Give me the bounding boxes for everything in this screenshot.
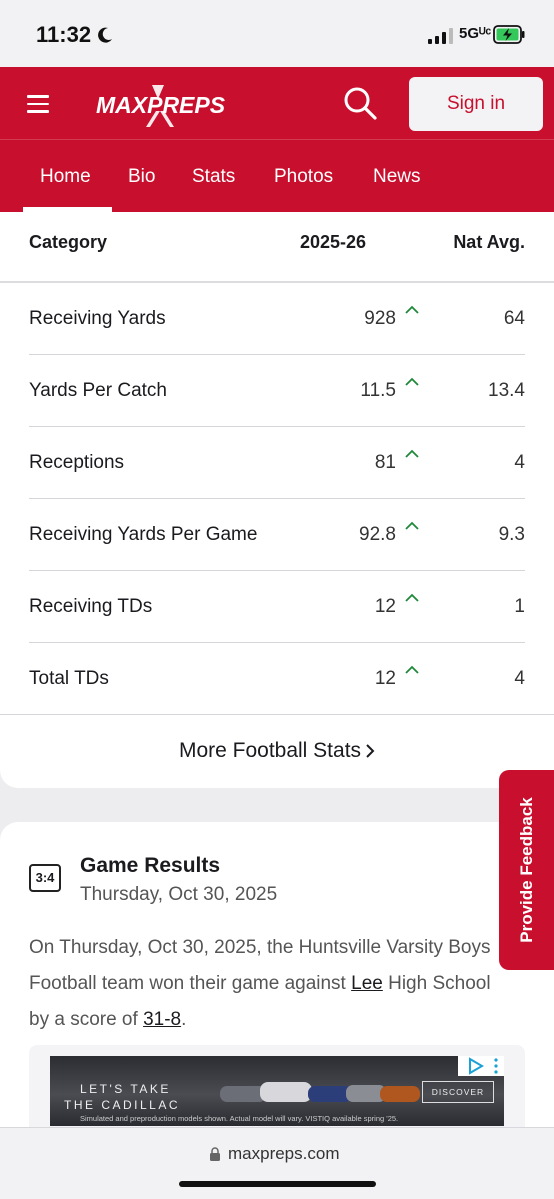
feedback-label: Provide Feedback	[516, 797, 536, 943]
stat-row: Receiving Yards 928 64	[0, 283, 554, 355]
score-link[interactable]: 31-8	[143, 1009, 181, 1030]
stat-value: 928	[364, 308, 396, 329]
stat-value: 11.5	[360, 380, 396, 401]
ad-discover-button[interactable]: DISCOVER	[422, 1081, 494, 1103]
stat-row: Receiving TDs 12 1	[0, 571, 554, 643]
adchoices-icon[interactable]	[458, 1056, 504, 1076]
cellular-signal-icon	[428, 28, 453, 44]
tab-photos[interactable]: Photos	[274, 166, 333, 188]
tab-news[interactable]: News	[373, 166, 421, 188]
stat-nat-avg: 13.4	[488, 380, 525, 401]
stat-category: Receiving Yards Per Game	[29, 524, 258, 545]
ad-headline-1: LET'S TAKE	[80, 1082, 171, 1096]
stat-row: Total TDs 12 4	[0, 643, 554, 715]
stat-nat-avg: 9.3	[498, 524, 525, 545]
column-header-nat-avg: Nat Avg.	[453, 232, 525, 252]
site-header: MAXPREPS Sign in Home Bio Stats Photos N…	[0, 67, 554, 212]
stat-nat-avg: 4	[514, 668, 525, 689]
status-time: 11:32	[36, 22, 92, 47]
stat-row: Receptions 81 4	[0, 427, 554, 499]
stat-value: 92.8	[359, 524, 396, 545]
url-text: maxpreps.com	[228, 1144, 340, 1163]
browser-url-bar[interactable]: maxpreps.com	[0, 1127, 554, 1199]
more-football-stats-link[interactable]: More Football Stats	[0, 739, 554, 763]
game-summary: On Thursday, Oct 30, 2025, the Huntsvill…	[29, 930, 529, 1038]
sign-in-button[interactable]: Sign in	[409, 77, 543, 131]
stat-row: Receiving Yards Per Game 92.8 9.3	[0, 499, 554, 571]
stat-category: Receptions	[29, 452, 125, 473]
game-results-date: Thursday, Oct 30, 2025	[80, 884, 278, 905]
stat-category: Total TDs	[29, 668, 109, 689]
stat-nat-avg: 1	[514, 596, 525, 617]
stat-value: 12	[374, 668, 396, 689]
game-results-title: Game Results	[80, 854, 221, 877]
trend-up-icon	[405, 449, 419, 458]
opponent-link[interactable]: Lee	[351, 973, 383, 994]
stats-card: Category 2025-26 Nat Avg. Receiving Yard…	[0, 212, 554, 788]
ad-headline-2: THE CADILLAC	[64, 1098, 181, 1112]
stat-category: Receiving TDs	[29, 596, 153, 617]
ad-disclaimer: Simulated and preproduction models shown…	[80, 1114, 399, 1123]
tab-home[interactable]: Home	[40, 166, 91, 188]
cars-image	[220, 1082, 420, 1102]
stat-value: 12	[374, 596, 396, 617]
summary-line-3: by a score of 31-8.	[29, 1009, 187, 1030]
summary-line-2: Football team won their game against Lee…	[29, 973, 491, 994]
hamburger-menu-icon[interactable]	[27, 95, 49, 113]
provide-feedback-tab[interactable]: Provide Feedback	[499, 770, 554, 970]
maxpreps-logo[interactable]: MAXPREPS	[96, 85, 228, 127]
chevron-right-icon	[366, 744, 375, 759]
svg-text:MAXPREPS: MAXPREPS	[96, 92, 226, 118]
tab-stats[interactable]: Stats	[192, 166, 235, 188]
home-indicator	[179, 1181, 376, 1187]
search-icon[interactable]	[343, 86, 377, 120]
trend-up-icon	[405, 305, 419, 314]
stat-category: Yards Per Catch	[29, 380, 167, 401]
profile-nav: Home Bio Stats Photos News	[0, 140, 554, 212]
trend-up-icon	[405, 377, 419, 386]
trend-up-icon	[405, 665, 419, 674]
stat-value: 81	[374, 452, 396, 473]
trend-up-icon	[405, 521, 419, 530]
stat-nat-avg: 64	[503, 308, 525, 329]
battery-charging-icon	[493, 25, 525, 44]
summary-line-1: On Thursday, Oct 30, 2025, the Huntsvill…	[29, 937, 491, 958]
moon-icon	[98, 27, 112, 43]
stat-category: Receiving Yards	[29, 308, 166, 329]
cadillac-ad-banner[interactable]: LET'S TAKE THE CADILLAC Simulated and pr…	[50, 1056, 504, 1126]
column-header-category: Category	[29, 232, 108, 252]
trend-up-icon	[405, 593, 419, 602]
tab-bio[interactable]: Bio	[128, 166, 155, 188]
more-stats-label: More Football Stats	[178, 739, 362, 762]
stat-nat-avg: 4	[514, 452, 525, 473]
stat-row: Yards Per Catch 11.5 13.4	[0, 355, 554, 427]
network-type: 5Gᵁᶜ	[459, 25, 492, 42]
scoreboard-icon: 3:4	[29, 864, 61, 892]
column-header-season: 2025-26	[300, 232, 367, 252]
lock-icon	[210, 1147, 220, 1161]
row-divider	[0, 714, 554, 715]
status-bar: 11:32 5Gᵁᶜ	[0, 0, 554, 67]
